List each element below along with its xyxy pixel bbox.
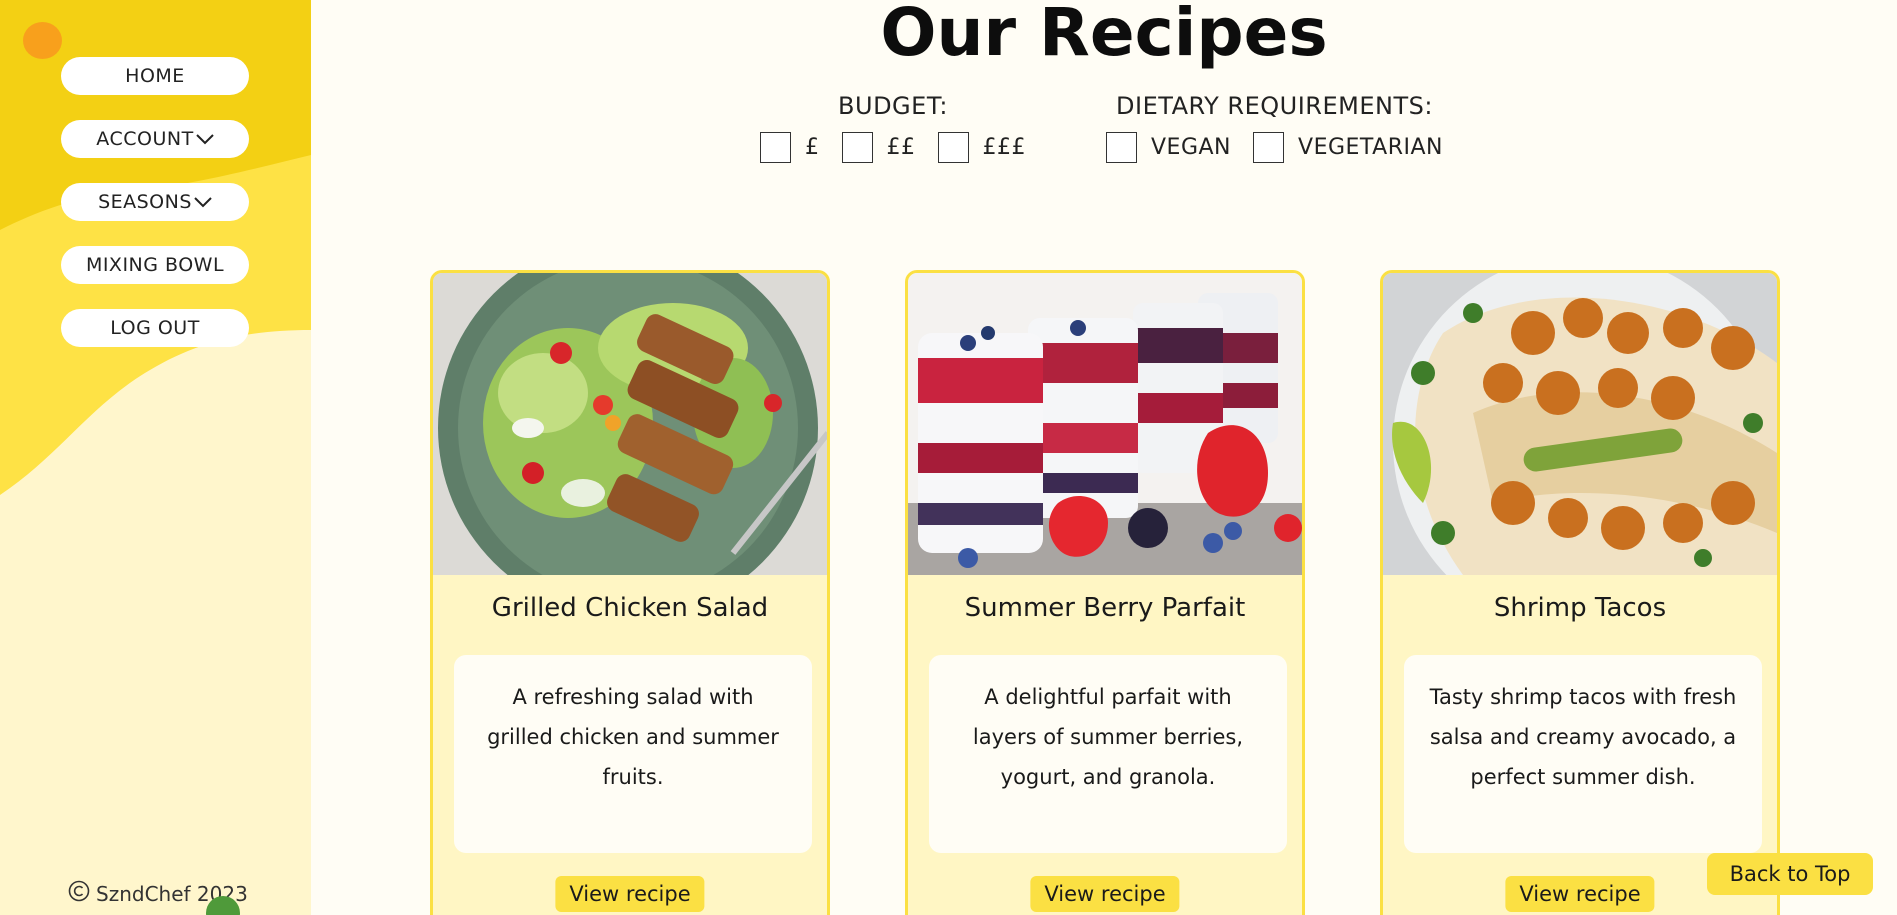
sidebar-nav: HOME ACCOUNT SEASONS MIXING BOWL LOG OUT: [61, 57, 249, 347]
vegan-label: VEGAN: [1151, 135, 1232, 160]
vegetarian-label: VEGETARIAN: [1298, 135, 1443, 160]
nav-logout-label: LOG OUT: [110, 317, 200, 339]
view-recipe-button[interactable]: View recipe: [1505, 876, 1655, 912]
grilled-chicken-salad-image: [433, 273, 827, 575]
budget-high-checkbox[interactable]: [937, 132, 969, 163]
dietary-option-vegan[interactable]: VEGAN: [1106, 132, 1231, 163]
chevron-down-icon: [195, 133, 214, 145]
nav-logout-button[interactable]: LOG OUT: [61, 309, 249, 347]
nav-account-label: ACCOUNT: [96, 128, 194, 150]
budget-medium-checkbox[interactable]: [841, 132, 873, 163]
recipe-title: Shrimp Tacos: [1493, 593, 1667, 623]
recipe-card: Summer Berry Parfait A delightful parfai…: [905, 270, 1305, 915]
dietary-option-vegetarian[interactable]: VEGETARIAN: [1253, 132, 1443, 163]
recipe-description: A delightful parfait with layers of summ…: [929, 655, 1287, 853]
orange-decoration-dot: [23, 22, 62, 59]
nav-account-button[interactable]: ACCOUNT: [61, 120, 249, 158]
recipe-description: Tasty shrimp tacos with fresh salsa and …: [1404, 655, 1762, 853]
back-to-top-button[interactable]: Back to Top: [1707, 853, 1873, 895]
recipe-card: Shrimp Tacos Tasty shrimp tacos with fre…: [1380, 270, 1780, 915]
nav-mixing-bowl-label: MIXING BOWL: [85, 254, 225, 276]
budget-filter: BUDGET: £ ££ £££: [760, 92, 1026, 163]
nav-seasons-button[interactable]: SEASONS: [61, 183, 249, 221]
recipe-description: A refreshing salad with grilled chicken …: [454, 655, 812, 853]
vegan-checkbox[interactable]: [1106, 132, 1137, 163]
vegetarian-checkbox[interactable]: [1253, 132, 1285, 163]
budget-low-label: £: [805, 135, 820, 160]
budget-medium-label: ££: [886, 135, 916, 160]
budget-option-medium[interactable]: ££: [841, 132, 916, 163]
shrimp-tacos-image: [1383, 273, 1777, 575]
budget-option-high[interactable]: £££: [937, 132, 1027, 163]
nav-home-label: HOME: [125, 65, 185, 87]
budget-high-label: £££: [982, 135, 1026, 160]
view-recipe-button[interactable]: View recipe: [555, 876, 705, 912]
summer-berry-parfait-image: [908, 273, 1302, 575]
budget-options: £ ££ £££: [760, 132, 1026, 163]
page-title: Our Recipes: [880, 0, 1328, 71]
recipe-filters: BUDGET: £ ££ £££ DIETARY REQUIREMENTS: V…: [760, 92, 1443, 163]
recipe-title: Grilled Chicken Salad: [491, 593, 769, 623]
budget-option-low[interactable]: £: [760, 132, 820, 163]
view-recipe-button[interactable]: View recipe: [1030, 876, 1180, 912]
nav-seasons-label: SEASONS: [98, 191, 192, 213]
sidebar: HOME ACCOUNT SEASONS MIXING BOWL LOG OUT…: [0, 0, 311, 915]
dietary-options: VEGAN VEGETARIAN: [1106, 132, 1443, 163]
chevron-down-icon: [194, 196, 212, 208]
copyright-icon: [68, 880, 90, 907]
nav-home-button[interactable]: HOME: [61, 57, 249, 95]
budget-low-checkbox[interactable]: [760, 132, 791, 163]
recipe-card: Grilled Chicken Salad A refreshing salad…: [430, 270, 830, 915]
dietary-heading: DIETARY REQUIREMENTS:: [1116, 92, 1433, 120]
recipe-title: Summer Berry Parfait: [964, 593, 1246, 623]
dietary-filter: DIETARY REQUIREMENTS: VEGAN VEGETARIAN: [1106, 92, 1443, 163]
budget-heading: BUDGET:: [838, 92, 948, 120]
nav-mixing-bowl-button[interactable]: MIXING BOWL: [61, 246, 249, 284]
